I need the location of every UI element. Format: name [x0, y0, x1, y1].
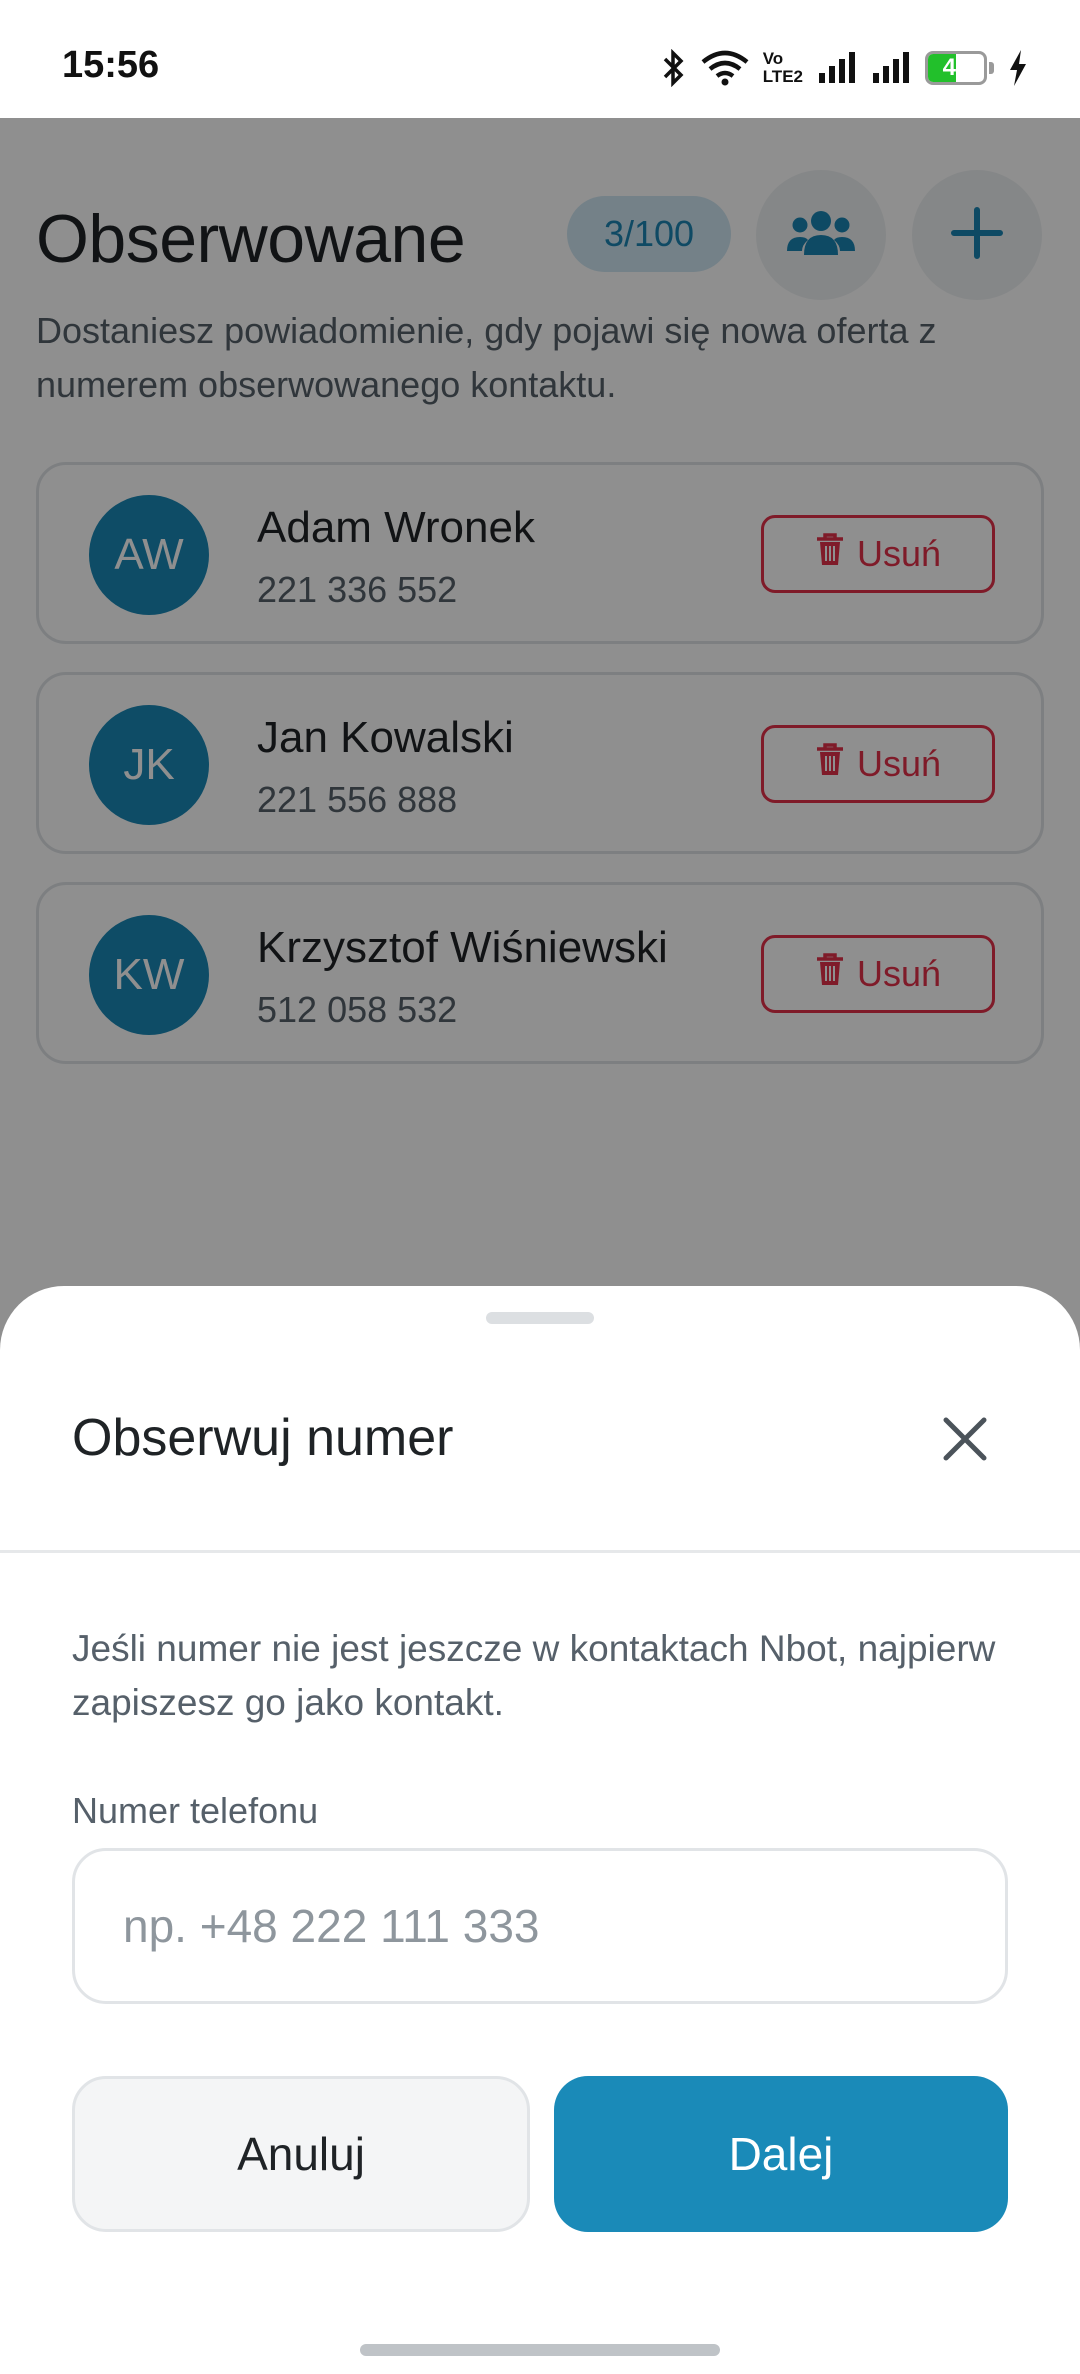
close-icon	[942, 1416, 988, 1467]
watch-number-sheet: Obserwuj numer Jeśli numer nie jest jesz…	[0, 1286, 1080, 2374]
next-button[interactable]: Dalej	[554, 2076, 1008, 2232]
home-indicator[interactable]	[360, 2344, 720, 2356]
wifi-icon	[701, 50, 749, 86]
status-icons: Vo LTE2 49	[661, 46, 1028, 90]
battery-icon: 49	[925, 51, 987, 85]
sheet-title: Obserwuj numer	[72, 1409, 454, 1467]
battery-level: 49	[942, 54, 970, 81]
bluetooth-icon	[661, 49, 687, 87]
signal-icon-sim2	[871, 51, 911, 85]
phone-number-input[interactable]	[72, 1848, 1008, 2004]
status-bar: 15:56 Vo LTE2 49	[0, 0, 1080, 118]
volte-icon: Vo LTE2	[762, 49, 803, 86]
signal-icon-sim1	[817, 51, 857, 85]
status-time: 15:56	[62, 44, 160, 86]
sheet-info-text: Jeśli numer nie jest jeszcze w kontaktac…	[72, 1628, 996, 1723]
cancel-button[interactable]: Anuluj	[72, 2076, 530, 2232]
phone-field-label: Numer telefonu	[72, 1790, 319, 1831]
divider	[0, 1550, 1080, 1553]
close-button[interactable]	[930, 1406, 1000, 1476]
sheet-drag-handle[interactable]	[486, 1312, 594, 1324]
charging-icon	[1008, 49, 1028, 87]
